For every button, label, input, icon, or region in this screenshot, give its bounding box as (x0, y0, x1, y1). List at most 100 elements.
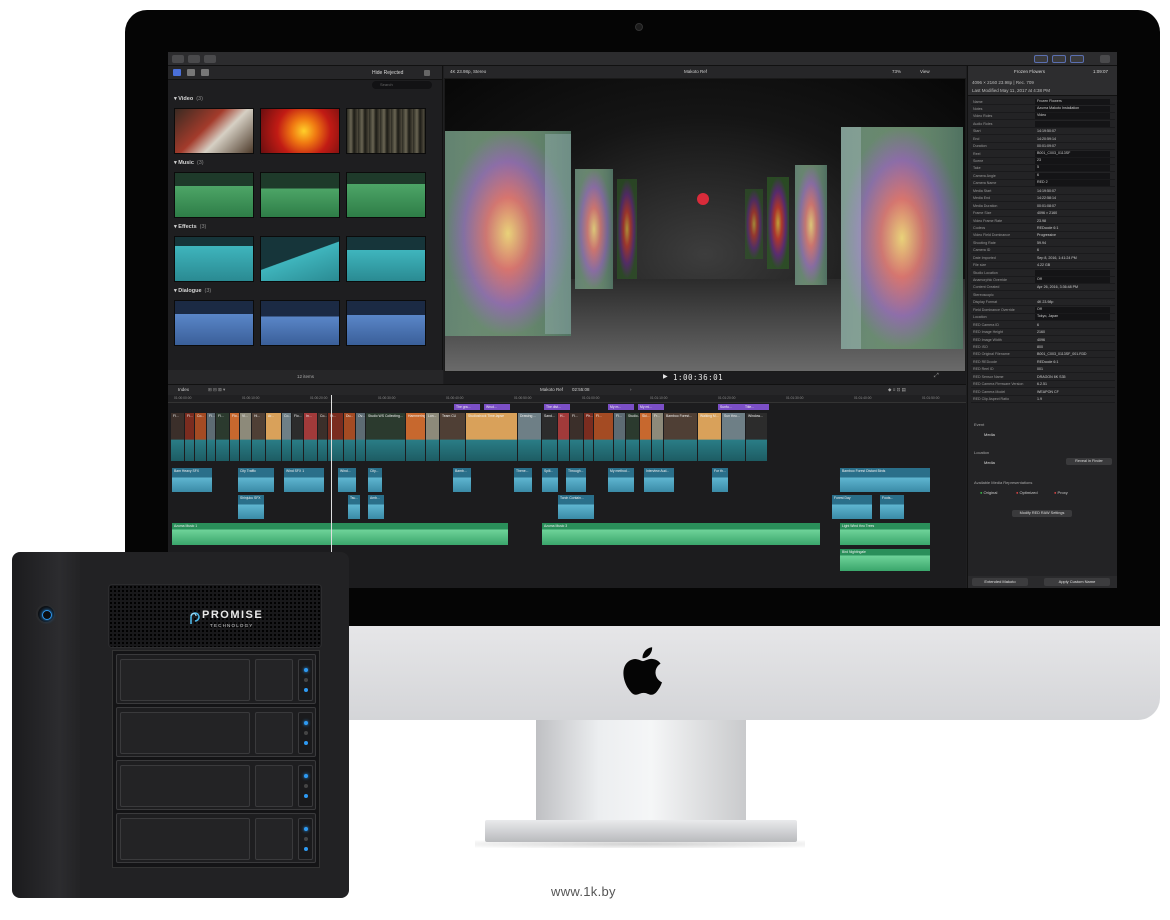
inspector-row[interactable]: Camera Angle 6 (971, 172, 1115, 180)
video-clip[interactable]: Studioshock Time-lapse (466, 413, 517, 461)
photos-audio-icon[interactable] (187, 69, 195, 76)
audio-clip[interactable]: Interview Aud... (644, 468, 674, 492)
audio-clip[interactable]: Wind SFX 1 (284, 468, 324, 492)
libraries-icon[interactable] (173, 69, 181, 76)
drive-tray-handle[interactable] (120, 765, 250, 807)
audio-clip[interactable]: Azuma Music 3 (542, 523, 820, 545)
power-icon[interactable] (36, 604, 56, 624)
play-icon[interactable]: ▶ (663, 373, 668, 380)
inspector-row-value[interactable]: Off (1035, 306, 1110, 313)
video-clip[interactable]: Du... (344, 413, 355, 461)
keyword-icon[interactable] (188, 55, 200, 63)
inspector-row[interactable]: Reel B001_C003_0113SF (971, 150, 1115, 158)
reveal-in-finder-button[interactable]: Reveal in Finder (1066, 458, 1112, 465)
modify-red-raw-button[interactable]: Modify RED RAW Settings (1012, 510, 1072, 517)
inspector-row-value[interactable]: RED 2 (1035, 180, 1110, 187)
title-clip[interactable]: Sunfu... (718, 404, 744, 410)
browser-search-field[interactable]: Search (372, 81, 432, 89)
video-clip[interactable]: Ski... (640, 413, 651, 461)
apply-custom-name-button[interactable]: Apply Custom Name (1044, 578, 1110, 586)
video-clip[interactable]: Fl... (207, 413, 215, 461)
video-clip[interactable]: Team CU (440, 413, 465, 461)
video-clip[interactable]: Vi... (240, 413, 251, 461)
representation-proxy[interactable]: ● Proxy (1054, 490, 1068, 495)
video-clip[interactable]: Studio WS Collecting... (366, 413, 405, 461)
drive-tray-handle[interactable] (120, 712, 250, 754)
video-clip[interactable]: H... (558, 413, 569, 461)
drive-bay-4[interactable] (116, 813, 316, 863)
video-clip[interactable]: Fl... (594, 413, 613, 461)
inspector-row-value[interactable]: Off (1035, 277, 1110, 283)
audio-clip[interactable]: Through... (566, 468, 586, 492)
timeline-toggle-icon[interactable] (1052, 55, 1066, 63)
audio-clip[interactable]: For th... (712, 468, 728, 492)
drive-tray-latch[interactable] (255, 712, 293, 754)
inspector-row-value[interactable]: Video (1035, 113, 1110, 120)
video-clip[interactable]: Co... (318, 413, 327, 461)
video-clip[interactable]: Hi... (252, 413, 265, 461)
music-waveform-1[interactable] (174, 172, 254, 218)
drive-tray-latch[interactable] (255, 659, 293, 701)
audio-clip[interactable]: Tsu... (348, 495, 360, 519)
audio-clip[interactable]: Forest Day (832, 495, 872, 519)
video-clip[interactable]: Co... (195, 413, 206, 461)
title-clip[interactable]: My mi... (638, 404, 664, 410)
audio-clip[interactable]: City Traffic (238, 468, 274, 492)
representation-optimized[interactable]: ● Optimized (1016, 490, 1038, 495)
video-clip[interactable]: Co... (282, 413, 291, 461)
inspector-toggle-icon[interactable] (1070, 55, 1084, 63)
effects-waveform-2[interactable] (260, 236, 340, 282)
music-waveform-3[interactable] (346, 172, 426, 218)
drive-tray-latch[interactable] (255, 765, 293, 807)
metadata-view-menu[interactable]: Extended Makoto (972, 578, 1028, 586)
inspector-row-value[interactable]: Azuma Makoto Installation (1035, 105, 1110, 112)
audio-clip[interactable]: Bamb... (453, 468, 471, 492)
audio-clip[interactable]: Spill... (542, 468, 558, 492)
inspector-row[interactable]: Audio Roles (971, 120, 1115, 128)
audio-clip[interactable]: Foots... (880, 495, 904, 519)
audio-clip[interactable]: Torch Contain... (558, 495, 594, 519)
video-clip[interactable]: Fr... (652, 413, 663, 461)
inspector-row[interactable]: Notes Azuma Makoto Installation (971, 105, 1115, 113)
video-clip[interactable]: Ph... (584, 413, 593, 461)
inspector-row[interactable]: Studio Location (971, 269, 1115, 277)
audio-clip[interactable]: Azuma Music 1 (172, 523, 508, 545)
inspector-row[interactable]: Field Dominance Override Off (971, 306, 1115, 314)
timeline-tools-icon[interactable]: ⊞ ⊟ ⊠ ▾ (208, 387, 225, 393)
video-clip[interactable]: Sun thru... (722, 413, 745, 461)
share-icon[interactable] (1100, 55, 1110, 63)
video-clip[interactable]: Flo... (292, 413, 303, 461)
video-clip[interactable]: Drawing ... (518, 413, 541, 461)
video-clip[interactable]: Fl... (570, 413, 583, 461)
viewer-zoom[interactable]: 73% (892, 69, 901, 74)
browser-toggle-icon[interactable] (1034, 55, 1048, 63)
inspector-row-value[interactable]: 6 (1035, 172, 1110, 179)
drive-tray-handle[interactable] (120, 818, 250, 860)
video-clip[interactable]: Fl... (614, 413, 625, 461)
audio-clip[interactable]: My method... (608, 468, 634, 492)
inspector-row-value[interactable]: 23 (1035, 158, 1110, 164)
video-clip[interactable]: Bamboo Forest... (664, 413, 697, 461)
audio-clip[interactable]: Light Wind thru Trees (840, 523, 930, 545)
clip-thumbnail-frozen-flowers[interactable] (174, 108, 254, 154)
audio-clip[interactable]: Shinjuku SFX (238, 495, 264, 519)
import-icon[interactable] (172, 55, 184, 63)
inspector-row-value[interactable]: Tokyo, Japan (1035, 314, 1110, 321)
inspector-row-value[interactable]: Frozen Flowers (1035, 98, 1110, 105)
drive-bay-1[interactable] (116, 654, 316, 704)
inspector-row-value[interactable]: B001_C003_0113SF (1035, 150, 1110, 157)
video-clip[interactable]: Studio... (626, 413, 639, 461)
audio-clip[interactable]: Amb... (368, 495, 384, 519)
video-clip[interactable]: Ar... (266, 413, 281, 461)
title-clip[interactable]: The dist... (544, 404, 570, 410)
music-waveform-2[interactable] (260, 172, 340, 218)
viewer-view-menu[interactable]: View (920, 69, 930, 74)
inspector-row[interactable]: Video Roles Video (971, 113, 1115, 121)
audio-clip[interactable]: Bam Heavy SFX (172, 468, 212, 492)
dialogue-waveform-1[interactable] (174, 300, 254, 346)
video-clip[interactable]: Sand... (542, 413, 557, 461)
effects-waveform-3[interactable] (346, 236, 426, 282)
timeline-index-button[interactable]: Index (178, 387, 189, 392)
dialogue-waveform-3[interactable] (346, 300, 426, 346)
fullscreen-icon[interactable]: ⤢ (934, 373, 939, 380)
